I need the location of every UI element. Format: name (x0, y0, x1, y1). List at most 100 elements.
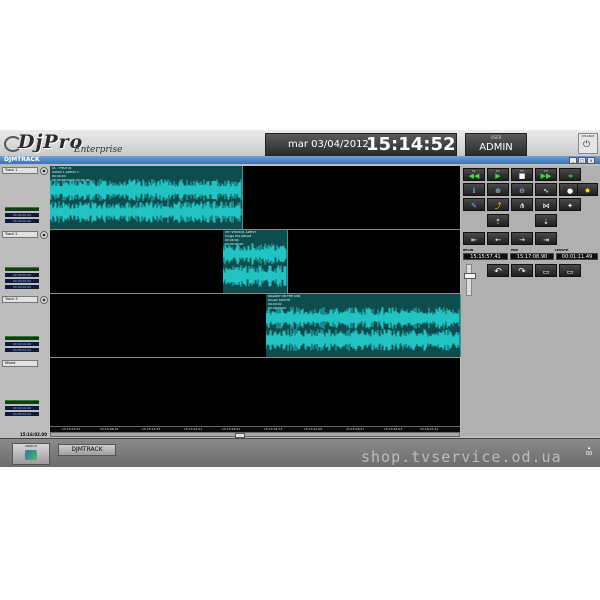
arrow-left-icon: ← (495, 236, 501, 244)
disable-button[interactable]: DISABLE ⏻ (578, 133, 598, 154)
disable-label: DISABLE (581, 134, 595, 138)
track-timer: 00:00:00.00 (5, 213, 39, 217)
pencil-icon: ✎ (471, 202, 477, 210)
close-button[interactable]: × (587, 157, 595, 164)
marker-button[interactable]: ⇡ (487, 214, 509, 227)
logo-sub: Enterprise (74, 145, 123, 155)
rewind-icon: ◀◀ (468, 172, 480, 180)
track-settings-icon[interactable]: ◉ (40, 231, 48, 239)
track-lane[interactable]: 01 - TITLE 01 AUDIO 1 ARTIST 1 00:00:00 … (50, 166, 460, 230)
redo-icon: ↷ (518, 267, 526, 277)
audio-clip[interactable]: CH: STUDIO1 ARTIST Single Mix JINGLE 00:… (223, 230, 288, 293)
clock-date: mar 03/04/2012 (288, 139, 369, 150)
fast-forward-button[interactable]: F4 ▶▶ (535, 168, 557, 181)
split-button[interactable]: ⋔ (511, 198, 533, 211)
clock-display: mar 03/04/2012 15:14:52 (265, 133, 457, 156)
stop-button[interactable]: F3 ■ (511, 168, 533, 181)
app-window: DjPro Enterprise mar 03/04/2012 15:14:52… (0, 130, 600, 467)
watermark: shop.tvservice.od.ua (361, 448, 562, 466)
minimize-button[interactable]: _ (569, 157, 577, 164)
window-title: DJMTRACK (4, 156, 40, 163)
track-label-panel: Track 3 ◉ 00:00:00.00 00:00:00.00 (2, 296, 48, 360)
waveform-button[interactable]: ∿ (535, 183, 557, 196)
curve-icon: ⤴ (494, 202, 502, 210)
control-panel: F1 ◀◀ F2 ▶ F3 ■ F4 ▶▶ ➜ ℹ ⊕ ⊖ ∿ ● ✸ ✎ ⤴ ⋔ ⋈ … (461, 166, 600, 436)
fade-button[interactable]: ⋈ (535, 198, 557, 211)
next-button[interactable]: ➜ (559, 168, 581, 181)
ruler-tick: 15:15:34.73 (264, 427, 283, 431)
track-timer: 00:00:00.00 (5, 342, 39, 346)
rewind-button[interactable]: F1 ◀◀ (463, 168, 485, 181)
maximize-button[interactable]: □ (578, 157, 586, 164)
slot-icon: ▭ (542, 268, 550, 276)
track-name[interactable]: Track 1 (2, 167, 38, 174)
end-label: END (511, 248, 519, 252)
track-timer: 00:00:00.00 (5, 219, 39, 223)
goto-begin-button[interactable]: ← (487, 232, 509, 245)
marker-out-button[interactable]: ⇣ (535, 214, 557, 227)
star-icon: ✸ (584, 187, 591, 195)
track-settings-icon[interactable]: ◉ (40, 296, 48, 304)
audio-clip[interactable]: WALKIN' ON THE SUN Smash MOUTH 00:00:00 … (266, 294, 461, 357)
ruler-tick: 15:15:28.21 (222, 427, 241, 431)
track-name[interactable]: Track 3 (2, 296, 38, 303)
ruler-tick: 15:15:22.21 (184, 427, 203, 431)
switch-icon (25, 450, 37, 460)
slot-button[interactable]: ▭ (559, 264, 581, 277)
play-icon: ▶ (495, 172, 501, 180)
undo-icon: ↶ (494, 267, 502, 277)
info-button[interactable]: ℹ (463, 183, 485, 196)
page-counter[interactable]: ▴ 00 (586, 445, 592, 457)
track-label-panel: Track 2 ◉ 00:00:00.00 00:00:00.00 00:00:… (2, 231, 48, 295)
level-meter (5, 400, 39, 404)
module-tab-djmtrack[interactable]: DJMTRACK (58, 444, 116, 456)
ruler-tick: 15:15:55.53 (384, 427, 403, 431)
end-marker-button[interactable]: ⇥ (535, 232, 557, 245)
power-icon: ⏻ (583, 140, 591, 150)
zoom-in-icon: ⊕ (495, 187, 501, 195)
track-label-panel: Mixed 00:00:00.00 00:00:00.00 (2, 360, 48, 424)
goto-end-button[interactable]: → (511, 232, 533, 245)
track-lane[interactable]: CH: STUDIO1 ARTIST Single Mix JINGLE 00:… (50, 230, 460, 294)
edit-button[interactable]: ✎ (463, 198, 485, 211)
ruler-tick: 15:15:48.57 (346, 427, 365, 431)
position-time: 15:16:02.00 (20, 432, 47, 437)
audio-clip[interactable]: 01 - TITLE 01 AUDIO 1 ARTIST 1 00:00:00 … (50, 166, 243, 229)
header-bar: DjPro Enterprise mar 03/04/2012 15:14:52… (0, 130, 600, 157)
begin-marker-button[interactable]: ⇤ (463, 232, 485, 245)
redo-button[interactable]: ↷ (511, 264, 533, 277)
clock-time: 15:14:52 (366, 134, 456, 155)
length-value: 00:01:11.49 (556, 253, 598, 260)
waveform (266, 307, 460, 351)
play-button[interactable]: F2 ▶ (487, 168, 509, 181)
arrow-right-icon: → (519, 236, 525, 244)
sparkle-button[interactable]: ✦ (559, 198, 581, 211)
zoom-out-button[interactable]: ⊖ (511, 183, 533, 196)
zoom-in-button[interactable]: ⊕ (487, 183, 509, 196)
waveform (50, 179, 242, 223)
track-lane[interactable]: WALKIN' ON THE SUN Smash MOUTH 00:00:00 … (50, 294, 461, 358)
undo-button[interactable]: ↶ (487, 264, 509, 277)
track-label-panel: Track 1 ◉ 00:00:00.00 00:00:00.00 (2, 167, 48, 231)
marker-out-icon: ⇣ (543, 218, 549, 226)
user-label: USER (490, 135, 502, 140)
track-name[interactable]: Mixed (2, 360, 38, 367)
volume-slider[interactable] (464, 264, 476, 296)
stop-icon: ■ (518, 172, 526, 180)
marker-icon: ⇡ (495, 218, 501, 226)
user-name: ADMIN (479, 142, 513, 153)
track-name[interactable]: Track 2 (2, 231, 38, 238)
track-lane-mixed[interactable] (50, 358, 460, 426)
curve-button[interactable]: ⤴ (487, 198, 509, 211)
slider-knob[interactable] (464, 273, 476, 279)
track-timeline[interactable]: 01 - TITLE 01 AUDIO 1 ARTIST 1 00:00:00 … (50, 166, 461, 426)
length-label: LENGTH (555, 248, 569, 252)
counter-value: 00 (586, 451, 593, 457)
switch-button[interactable]: SWITCH (12, 443, 50, 465)
track-timer: 00:00:00.00 (5, 348, 39, 352)
slot-button[interactable]: ▭ (535, 264, 557, 277)
effects-button[interactable]: ✸ (577, 183, 598, 196)
timeline-scrollbar[interactable] (50, 432, 460, 438)
track-settings-icon[interactable]: ◉ (40, 167, 48, 175)
user-button[interactable]: USER ADMIN (465, 133, 527, 156)
